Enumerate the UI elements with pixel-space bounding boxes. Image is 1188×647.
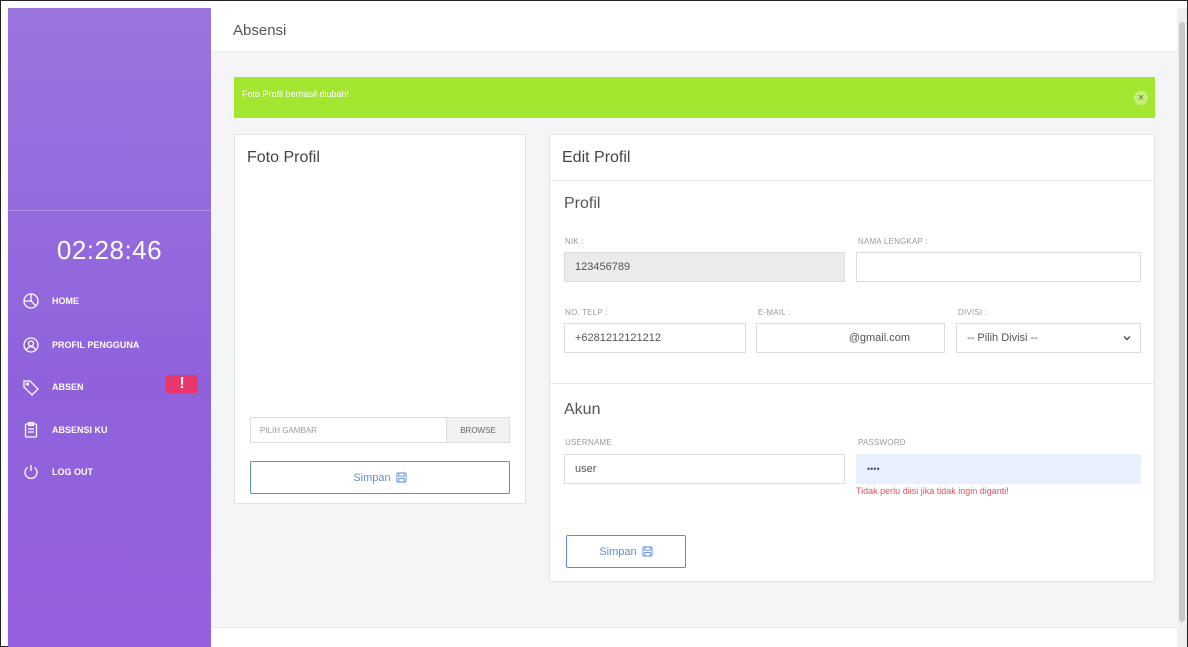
floppy-disk-icon	[396, 472, 407, 483]
sidebar: 02:28:46 HOME PROFIL PENGGUNA ABSEN ! AB…	[8, 8, 211, 647]
telp-label: NO. TELP :	[565, 308, 608, 317]
alert-badge: !	[166, 375, 198, 393]
sidebar-item-home[interactable]: HOME	[22, 289, 202, 313]
card-title: Foto Profil	[247, 149, 320, 166]
sidebar-item-absen[interactable]: ABSEN !	[22, 375, 202, 399]
card-title: Edit Profil	[562, 149, 631, 166]
divisi-select[interactable]: -- Pilih Divisi --	[956, 323, 1141, 353]
power-icon	[22, 463, 40, 481]
sidebar-item-profil-pengguna[interactable]: PROFIL PENGGUNA	[22, 333, 202, 357]
password-field[interactable]: ••••	[856, 454, 1141, 484]
save-profile-button[interactable]: Simpan	[566, 535, 686, 568]
page-title: Absensi	[233, 22, 287, 39]
alert-message: Foto Profil berhasil diubah!	[242, 89, 350, 99]
email-label: E-MAIL :	[758, 308, 791, 317]
sidebar-item-absensi-ku[interactable]: ABSENSI KU	[22, 418, 202, 442]
file-input[interactable]: PILIH GAMBAR BROWSE	[250, 417, 510, 443]
sidebar-item-label: LOG OUT	[52, 467, 93, 477]
button-label: Simpan	[353, 471, 391, 484]
sidebar-item-logout[interactable]: LOG OUT	[22, 460, 202, 484]
topbar: Absensi	[211, 8, 1183, 52]
nik-field: 123456789	[564, 252, 845, 282]
floppy-disk-icon	[642, 546, 653, 557]
password-label: PASSWORD	[858, 438, 906, 447]
footer	[211, 627, 1183, 647]
sidebar-item-label: PROFIL PENGGUNA	[52, 340, 140, 350]
foto-profil-card: Foto Profil	[234, 134, 526, 504]
nama-lengkap-label: NAMA LENGKAP :	[858, 237, 928, 246]
password-hint: Tidak perlu diisi jika tidak ingin digan…	[856, 486, 1009, 496]
save-photo-button[interactable]: Simpan	[250, 461, 510, 494]
telp-field[interactable]: +6281212121212	[564, 323, 746, 353]
file-placeholder: PILIH GAMBAR	[260, 425, 317, 435]
tag-icon	[22, 378, 40, 396]
divisi-label: DIVISI :	[958, 308, 988, 317]
user-circle-icon	[22, 336, 40, 354]
browse-button[interactable]: BROWSE	[446, 418, 509, 442]
password-value: ••••	[867, 464, 880, 474]
sidebar-item-label: ABSEN	[52, 382, 84, 392]
button-label: Simpan	[599, 545, 637, 558]
scrollbar[interactable]	[1177, 8, 1187, 647]
username-field[interactable]: user	[564, 454, 845, 484]
section-title-profil: Profil	[564, 195, 601, 212]
success-alert: Foto Profil berhasil diubah! ×	[234, 77, 1155, 118]
sidebar-logo-area	[8, 8, 211, 211]
username-value: user	[575, 463, 597, 475]
nik-value: 123456789	[575, 261, 631, 273]
section-divider	[550, 383, 1154, 384]
scrollbar-thumb[interactable]	[1179, 22, 1185, 622]
telp-value: +6281212121212	[575, 332, 661, 344]
clipboard-icon	[22, 421, 40, 439]
close-icon[interactable]: ×	[1134, 91, 1148, 105]
divisi-value: -- Pilih Divisi --	[967, 332, 1038, 344]
email-field[interactable]: @gmail.com	[756, 323, 945, 353]
clock: 02:28:46	[56, 235, 163, 265]
chevron-down-icon	[1123, 335, 1131, 341]
section-title-akun: Akun	[564, 401, 601, 418]
sidebar-item-label: ABSENSI KU	[52, 425, 108, 435]
card-header: Edit Profil	[550, 135, 1154, 181]
username-label: USERNAME	[565, 438, 612, 447]
email-value: @gmail.com	[848, 332, 910, 344]
edit-profil-card: Edit Profil	[549, 134, 1155, 582]
sidebar-item-label: HOME	[52, 296, 79, 306]
pie-chart-icon	[22, 292, 40, 310]
nik-label: NIK :	[565, 237, 584, 246]
nama-lengkap-field[interactable]	[856, 252, 1141, 282]
